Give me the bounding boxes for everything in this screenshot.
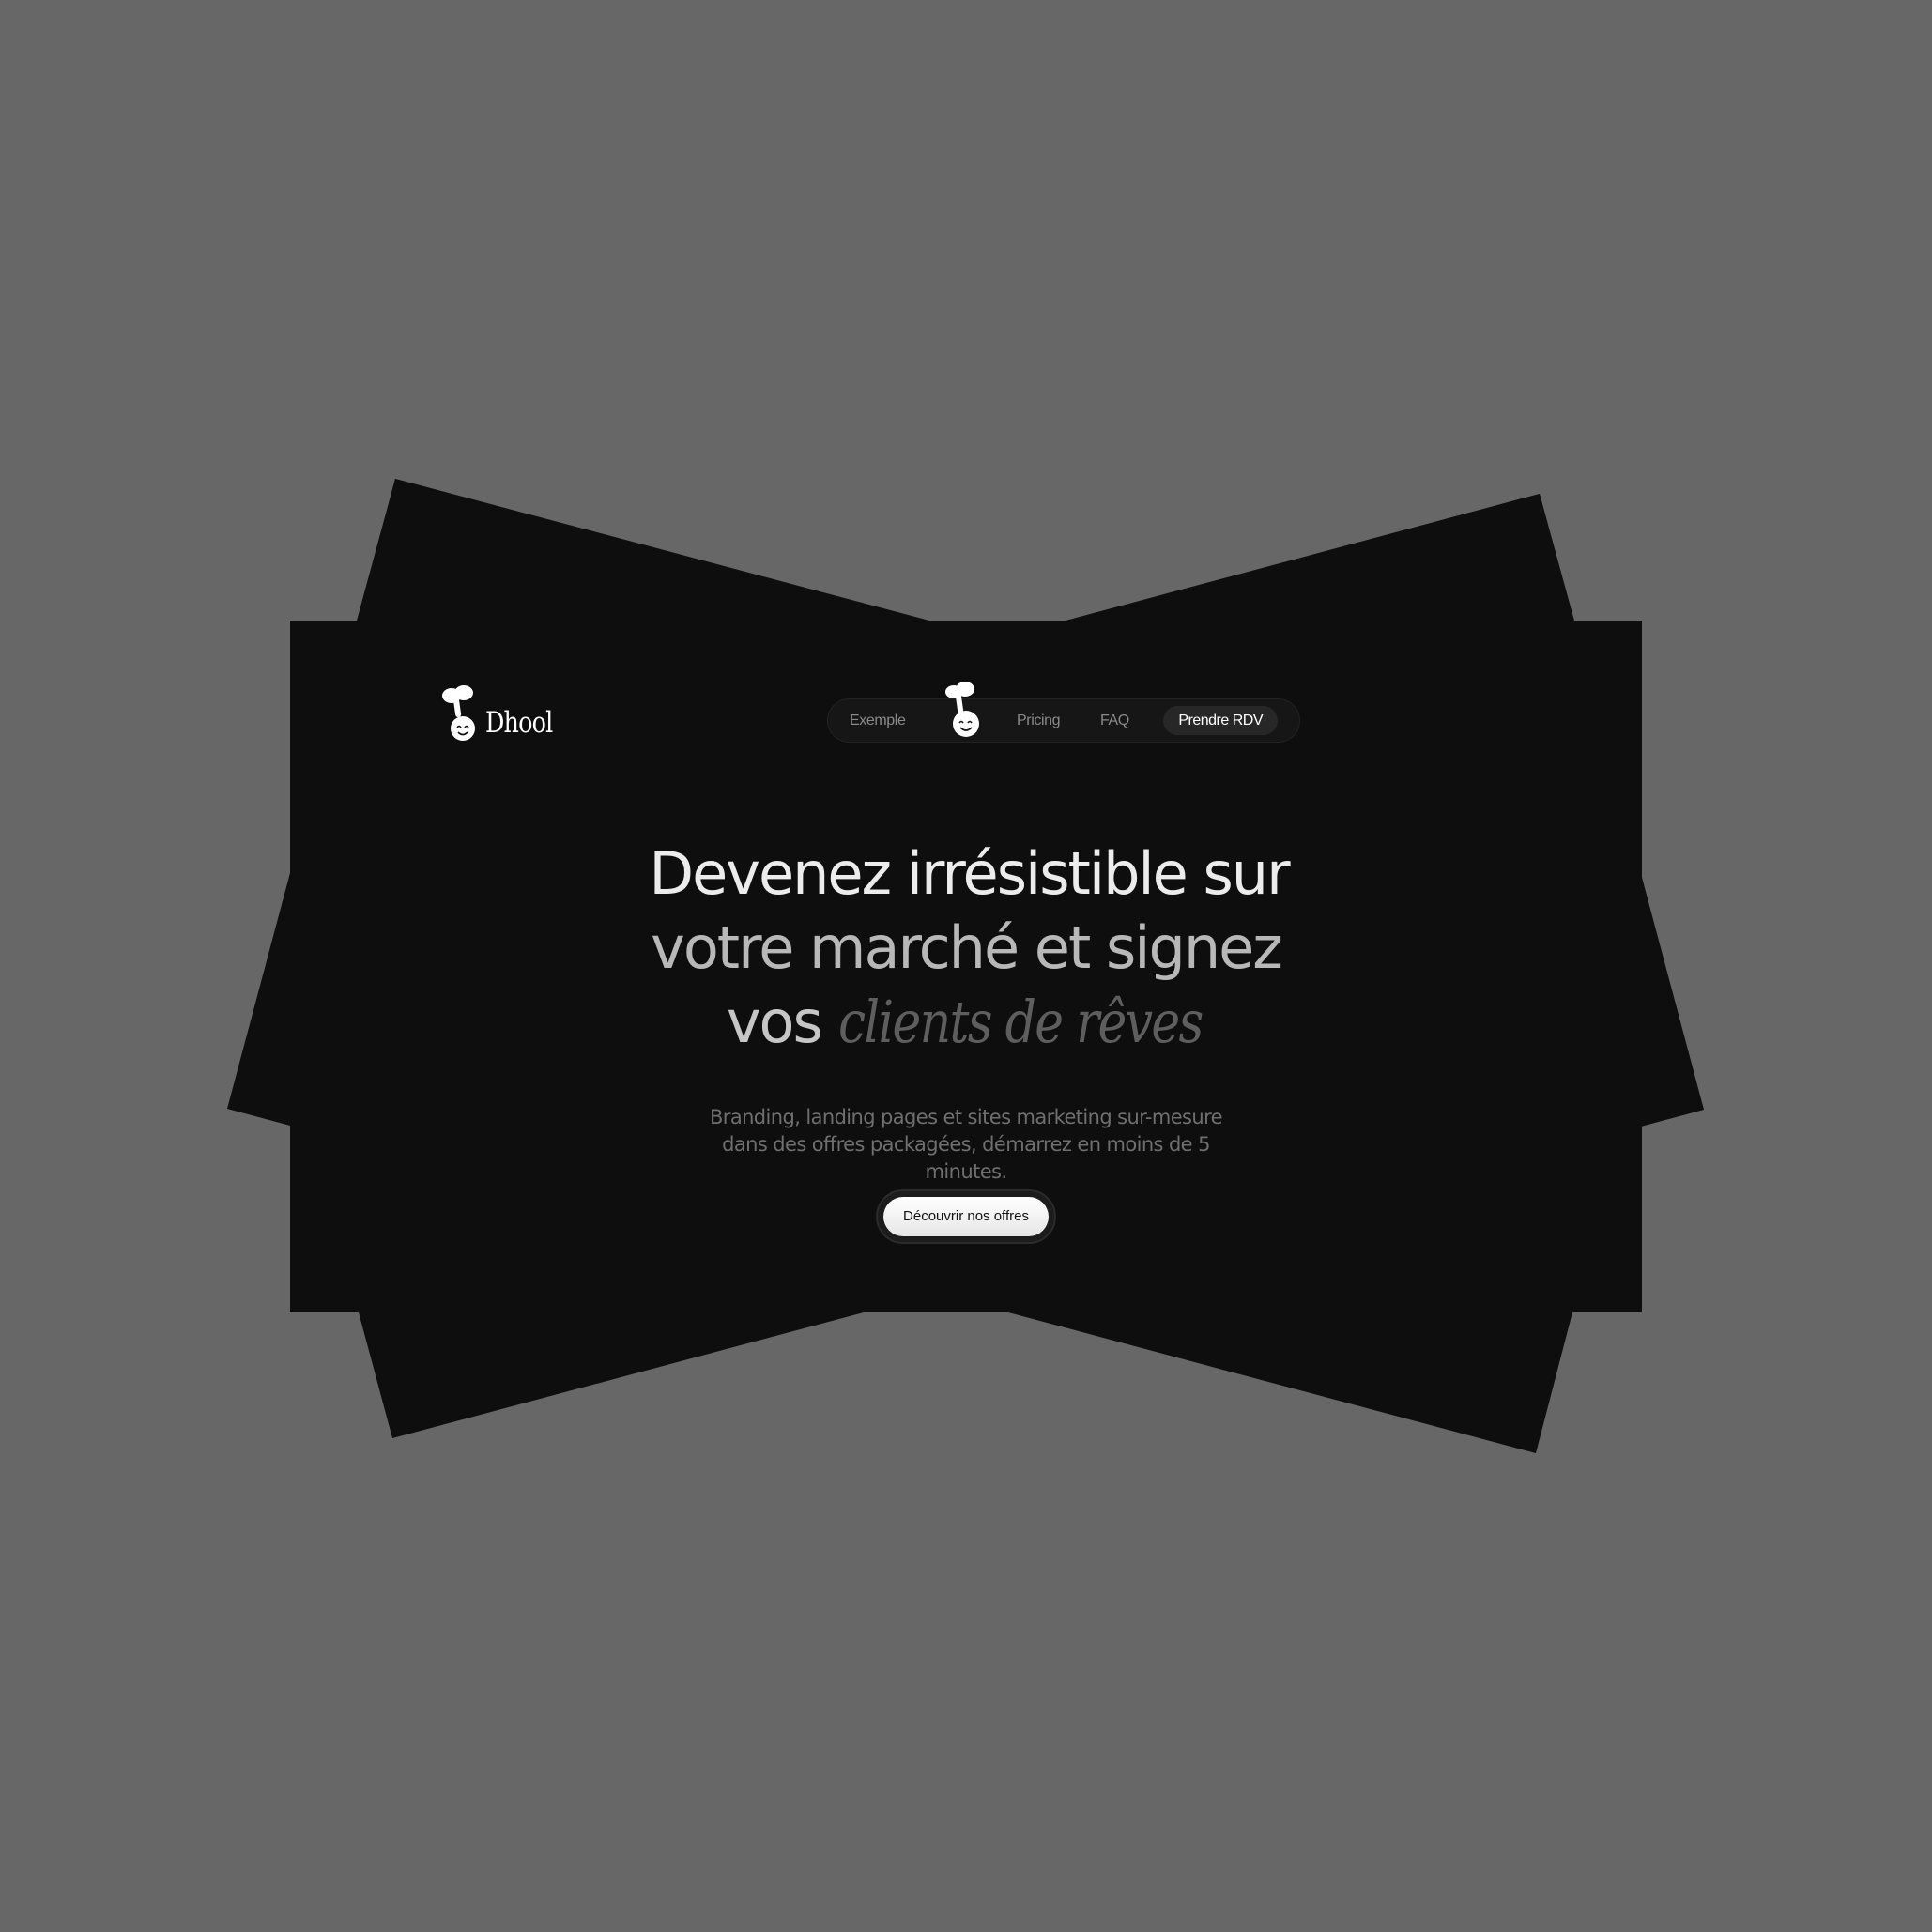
headline-line-1: Devenez irrésistible sur bbox=[649, 839, 1290, 908]
cta-container: Découvrir nos offres bbox=[876, 1189, 1056, 1244]
main-navigation: Exemple Pricing FAQ Prendre RDV bbox=[827, 682, 1300, 743]
hero-subtitle: Branding, landing pages et sites marketi… bbox=[709, 1106, 1223, 1183]
mascot-icon bbox=[440, 685, 483, 742]
prendre-rdv-button[interactable]: Prendre RDV bbox=[1163, 706, 1278, 735]
rotated-panel-bottom-right bbox=[1008, 1312, 1572, 1453]
nav-link-pricing[interactable]: Pricing bbox=[1017, 699, 1061, 742]
page-canvas: Dhool Exemple Pricing FAQ Prendre RDV De… bbox=[0, 0, 1932, 1932]
nav-link-exemple[interactable]: Exemple bbox=[850, 699, 906, 742]
headline-line-3-italic: clients de rêves bbox=[837, 988, 1204, 1056]
rotated-panel-bottom-left bbox=[359, 1312, 864, 1438]
decouvrir-offres-button[interactable]: Découvrir nos offres bbox=[883, 1197, 1049, 1236]
hero-section: Dhool Exemple Pricing FAQ Prendre RDV De… bbox=[290, 621, 1642, 1312]
rotated-panel-top-left bbox=[357, 479, 929, 621]
nav-link-faq[interactable]: FAQ bbox=[1100, 699, 1129, 742]
headline-line-3: vos clients de rêves bbox=[299, 985, 1642, 1059]
mascot-icon[interactable] bbox=[941, 681, 988, 742]
brand-logo[interactable]: Dhool bbox=[440, 685, 567, 742]
hero-headline: Devenez irrésistible sur votre marché et… bbox=[290, 836, 1642, 1059]
headline-line-2: votre marché et signez bbox=[651, 913, 1283, 982]
rotated-panel-top-right bbox=[1066, 494, 1574, 621]
headline-line-3-plain: vos bbox=[726, 988, 823, 1056]
brand-name: Dhool bbox=[485, 706, 553, 740]
